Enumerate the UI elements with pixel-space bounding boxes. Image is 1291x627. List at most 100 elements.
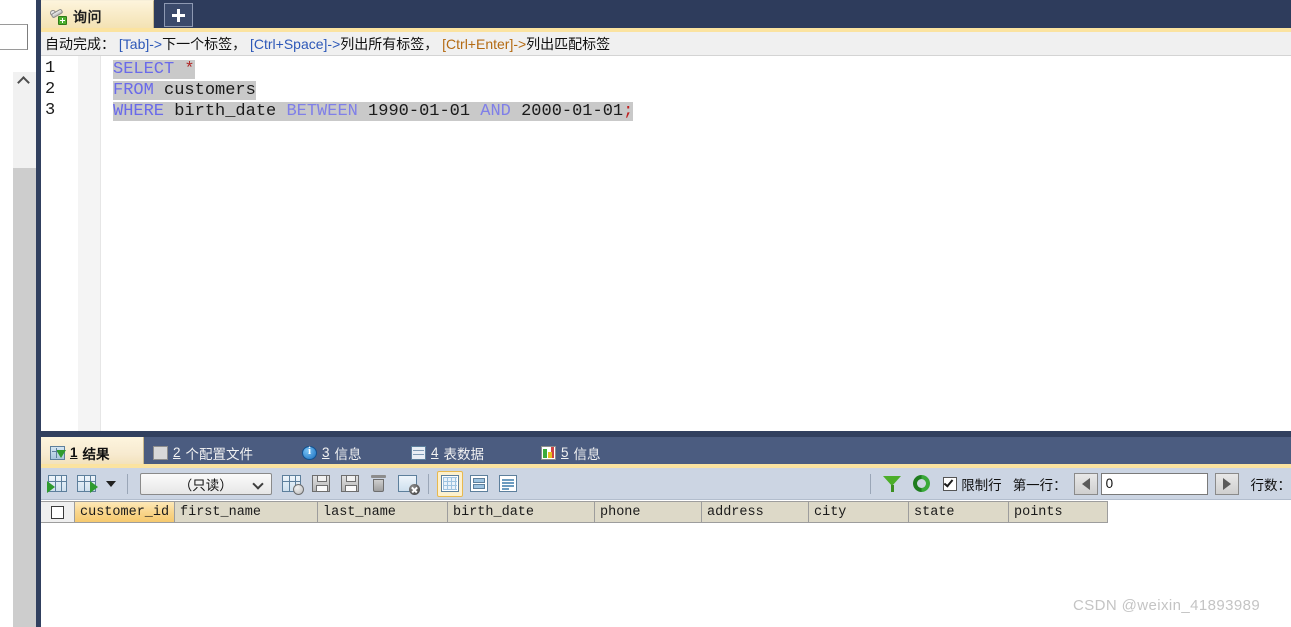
result-grid-header: customer_id first_name last_name birth_date…	[41, 501, 1108, 523]
code-line[interactable]: WHERE birth_date BETWEEN 1990-01-01 AND …	[113, 101, 634, 122]
row-count-label: 行数：	[1250, 477, 1291, 493]
plus-icon	[172, 8, 185, 22]
grid-column-header[interactable]: address	[702, 501, 809, 523]
insert-row-button[interactable]	[279, 471, 305, 497]
refresh-button[interactable]	[908, 471, 934, 497]
next-page-button[interactable]	[1215, 472, 1240, 495]
code-selection: SELECT *	[113, 60, 195, 79]
left-vertical-scrollbar[interactable]	[13, 72, 36, 627]
discard-changes-button[interactable]	[394, 471, 420, 497]
watermark: CSDN @weixin_41893989	[1073, 597, 1261, 614]
autocomplete-hint-bar: 自动完成： [Tab]-> 下一个标签， [Ctrl+Space]-> 列出所有…	[41, 32, 1291, 56]
prev-page-button[interactable]	[1073, 472, 1098, 495]
sql-editor[interactable]: 1 2 3 SELECT * FROM customers WHERE birt…	[41, 56, 1291, 431]
fetch-dropdown-caret[interactable]	[103, 471, 119, 497]
line-number: 3	[45, 101, 56, 120]
refresh-row-icon	[311, 475, 330, 492]
refresh-icon	[912, 475, 930, 492]
discard-changes-icon	[397, 475, 420, 495]
fetch-rows-icon	[47, 475, 68, 493]
select-all-cell[interactable]	[41, 501, 75, 523]
result-grid-icon	[50, 445, 66, 460]
delete-row-button[interactable]	[366, 471, 392, 497]
select-all-checkbox-icon	[51, 505, 64, 519]
tab-info-5-label: 信息	[573, 446, 601, 462]
grid-column-header[interactable]: points	[1009, 501, 1108, 523]
triangle-right-icon	[1223, 477, 1232, 490]
grid-column-header[interactable]: state	[909, 501, 1009, 523]
checkbox-icon	[943, 476, 958, 491]
hint-key-2: [Ctrl+Space]->	[249, 35, 341, 52]
grid-column-header[interactable]: first_name	[175, 501, 318, 523]
insert-row-icon	[282, 475, 305, 495]
code-token: customers	[153, 81, 256, 100]
code-line[interactable]: SELECT *	[113, 59, 195, 80]
info-icon	[302, 445, 317, 460]
save-changes-icon	[340, 475, 359, 492]
sql-code-area[interactable]: SELECT * FROM customers WHERE birth_date…	[113, 56, 1283, 431]
hint-text-2: 列出所有标签，	[340, 35, 439, 52]
tab-result-num: 1	[70, 445, 78, 460]
grid-view-icon	[441, 475, 460, 492]
scrollbar-thumb[interactable]	[13, 168, 36, 627]
form-view-button[interactable]	[466, 471, 492, 497]
table-data-icon	[411, 445, 426, 460]
grid-column-header[interactable]: birth_date	[448, 501, 595, 523]
grid-column-header[interactable]: customer_id	[75, 501, 175, 523]
grid-column-header[interactable]: phone	[595, 501, 702, 523]
code-line[interactable]: FROM customers	[113, 80, 256, 101]
grid-view-button[interactable]	[437, 470, 464, 497]
tab-profile-label: 个配置文件	[185, 446, 254, 462]
editor-window: 询问 自动完成： [Tab]-> 下一个标签， [Ctrl+Space]-> 列…	[36, 0, 1291, 627]
tab-result-label: 结果	[82, 446, 110, 462]
left-rail	[0, 0, 36, 627]
toolbar-separator	[428, 473, 430, 494]
code-selection: FROM customers	[113, 81, 256, 100]
triangle-left-icon	[1081, 477, 1090, 490]
line-number: 1	[45, 59, 56, 78]
chevron-down-icon	[105, 480, 116, 487]
save-changes-button[interactable]	[337, 471, 363, 497]
tab-info-3-num: 3	[322, 445, 330, 460]
code-token: ;	[623, 102, 634, 121]
code-token: FROM	[113, 81, 154, 100]
chevron-down-icon	[251, 477, 264, 490]
code-token: AND	[480, 102, 511, 121]
line-number: 2	[45, 80, 56, 99]
grid-column-header[interactable]: city	[809, 501, 909, 523]
edit-mode-value: （只读）	[178, 477, 233, 493]
fetch-rows-dropdown-icon	[77, 475, 99, 493]
scroll-up-button[interactable]	[13, 72, 36, 90]
delete-row-icon	[370, 475, 386, 492]
fetch-rows-button[interactable]	[45, 471, 71, 497]
query-tabstrip: 询问	[41, 0, 1291, 32]
query-wrench-icon	[48, 7, 67, 25]
edit-mode-select[interactable]: （只读）	[139, 472, 272, 495]
tab-table-data-num: 4	[431, 445, 439, 460]
first-row-label: 第一行：	[1012, 477, 1067, 493]
code-token: 1990-01-01	[357, 102, 481, 121]
new-tab-button[interactable]	[164, 3, 193, 27]
filter-button[interactable]	[879, 471, 905, 497]
fetch-rows-dropdown-button[interactable]	[74, 471, 100, 497]
refresh-row-button[interactable]	[308, 471, 334, 497]
hint-text-3: 列出匹配标签	[526, 35, 611, 52]
hint-prefix: 自动完成：	[45, 35, 115, 52]
toolbar-separator	[870, 473, 872, 494]
hint-text-1: 下一个标签，	[162, 35, 247, 52]
text-view-icon	[499, 475, 518, 492]
results-toolbar: （只读） 限制行 第一行： 0 行数：	[41, 468, 1291, 500]
limit-rows-checkbox[interactable]: 限制行	[943, 474, 1002, 494]
code-selection: WHERE birth_date BETWEEN 1990-01-01 AND …	[113, 102, 634, 121]
form-view-icon	[470, 475, 489, 492]
hint-key-1: [Tab]->	[118, 35, 163, 52]
grid-column-header[interactable]: last_name	[318, 501, 448, 523]
line-number-gutter: 1 2 3	[41, 56, 101, 431]
limit-rows-label: 限制行	[961, 477, 1002, 493]
chevron-up-icon	[17, 76, 30, 89]
left-panel-box	[0, 24, 28, 50]
first-row-input[interactable]: 0	[1100, 472, 1209, 495]
profile-icon	[153, 445, 168, 460]
text-view-button[interactable]	[495, 471, 521, 497]
toolbar-separator	[126, 473, 128, 494]
